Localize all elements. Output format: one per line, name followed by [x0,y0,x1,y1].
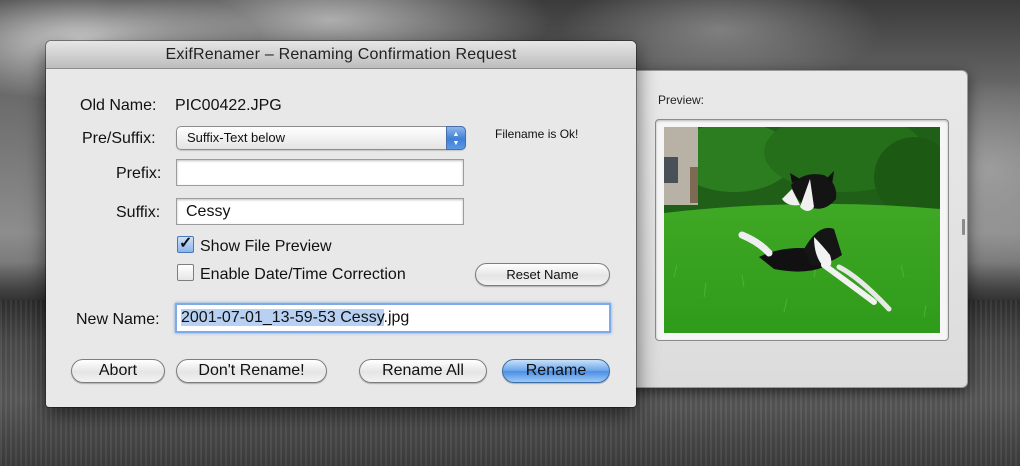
dog-photo-preview [664,127,940,333]
suffix-input[interactable]: Cessy [176,198,464,225]
preview-label: Preview: [658,93,705,107]
dont-rename-button[interactable]: Don't Rename! [176,359,327,383]
renaming-confirmation-window: ExifRenamer – Renaming Confirmation Requ… [46,41,636,407]
presuffix-selected-value: Suffix-Text below [187,130,286,145]
rename-all-button[interactable]: Rename All [359,359,487,383]
show-file-preview-label: Show File Preview [200,238,332,255]
preview-image-frame [655,119,949,341]
new-name-extension-text: .jpg [383,309,410,326]
window-title: ExifRenamer – Renaming Confirmation Requ… [46,41,636,69]
prefix-label: Prefix: [116,165,162,182]
date-time-correction-checkbox[interactable]: Enable Date/Time Correction [177,264,406,284]
suffix-label: Suffix: [116,204,161,221]
presuffix-popup[interactable]: Suffix-Text below ▲ ▼ [176,126,466,150]
date-time-correction-label: Enable Date/Time Correction [200,266,406,283]
filename-status-text: Filename is Ok! [495,127,579,141]
show-file-preview-checkbox[interactable]: Show File Preview [177,233,332,256]
presuffix-label: Pre/Suffix: [82,130,156,147]
rename-button[interactable]: Rename [502,359,610,383]
new-name-input[interactable]: 2001-07-01_13-59-53 Cessy.jpg [175,303,611,333]
new-name-label: New Name: [76,311,160,328]
drawer-resize-grip[interactable] [962,219,965,235]
old-name-value: PIC00422.JPG [175,97,282,114]
prefix-input[interactable] [176,159,464,186]
updown-arrows-icon: ▲ ▼ [446,126,466,150]
preview-drawer: Preview: [612,70,968,388]
new-name-selected-text: 2001-07-01_13-59-53 Cessy [181,309,384,326]
checkbox-unchecked-icon [177,264,194,281]
old-name-label: Old Name: [80,97,157,114]
checkmark-icon [177,233,194,253]
abort-button[interactable]: Abort [71,359,165,383]
reset-name-button[interactable]: Reset Name [475,263,610,286]
